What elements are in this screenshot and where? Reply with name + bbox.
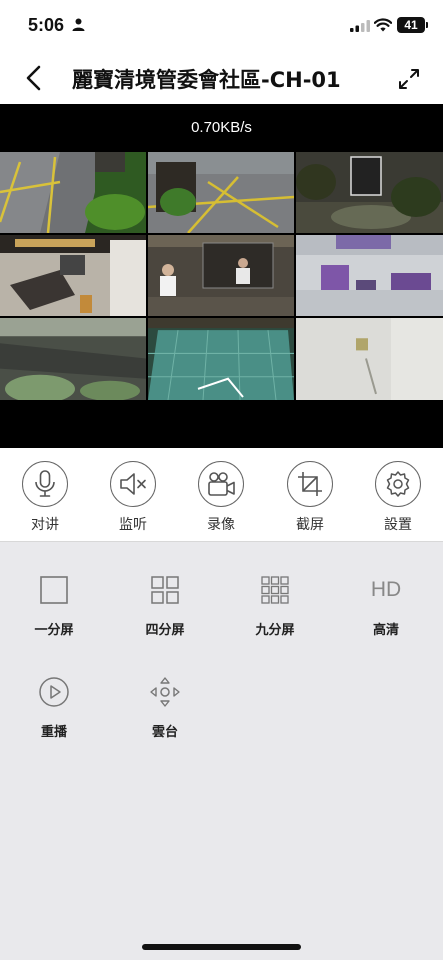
person-icon	[72, 18, 85, 31]
battery-icon: 41	[397, 17, 425, 33]
four-screen-label: 四分屏	[145, 623, 185, 638]
camera-feed-8[interactable]	[148, 318, 294, 400]
chevron-left-icon	[26, 65, 41, 91]
four-screen-icon	[151, 576, 179, 604]
gear-icon	[386, 471, 410, 497]
playback-label: 重播	[40, 725, 67, 740]
speaker-mute-icon	[120, 473, 146, 495]
record-label: 录像	[207, 517, 235, 533]
camera-grid	[0, 152, 443, 400]
talk-button[interactable]: 对讲	[10, 461, 80, 534]
settings-label: 設置	[384, 517, 412, 533]
nine-screen-icon-wrap	[235, 573, 315, 607]
listen-label: 监听	[119, 517, 147, 533]
settings-button-circle	[375, 461, 421, 507]
single-screen-label: 一分屏	[34, 623, 74, 638]
hd-icon: HD	[370, 578, 402, 601]
ptz-button[interactable]: 雲台	[125, 675, 205, 740]
four-screen-button[interactable]: 四分屏	[125, 573, 205, 638]
talk-button-circle	[22, 461, 68, 507]
nine-screen-button[interactable]: 九分屏	[235, 573, 315, 638]
camera-feed-4[interactable]	[0, 235, 146, 316]
camera-feed-3[interactable]	[296, 152, 443, 233]
screenshot-button[interactable]: 截屏	[275, 461, 345, 534]
hd-icon-wrap: HD	[346, 573, 426, 607]
nine-screen-label: 九分屏	[255, 623, 295, 638]
camera-feed-9[interactable]	[296, 318, 443, 400]
hd-button[interactable]: HD 高清	[346, 573, 426, 638]
battery-tip	[426, 22, 428, 28]
listen-button[interactable]: 监听	[98, 461, 168, 534]
status-time: 5:06	[28, 15, 65, 35]
record-button[interactable]: 录像	[186, 461, 256, 534]
single-screen-icon	[40, 576, 68, 604]
signal-icon	[350, 20, 370, 32]
camera-feed-2[interactable]	[148, 152, 294, 233]
ptz-icon-wrap	[125, 675, 205, 709]
screenshot-label: 截屏	[296, 517, 324, 533]
four-screen-icon-wrap	[125, 573, 205, 607]
single-screen-button[interactable]: 一分屏	[14, 573, 94, 638]
talk-label: 对讲	[31, 517, 59, 533]
nav-bar: 麗寶清境管委會社區-CH-01	[0, 52, 443, 104]
camera-feed-6[interactable]	[296, 235, 443, 316]
microphone-icon	[35, 470, 55, 497]
status-bar: 5:06 41	[0, 0, 443, 52]
hd-label: 高清	[372, 623, 399, 638]
camera-feed-5[interactable]	[148, 235, 294, 316]
camera-feed-7[interactable]	[0, 318, 146, 400]
camera-feed-1[interactable]	[0, 152, 146, 233]
control-bar: 对讲 监听 录像 截屏 設置	[0, 448, 443, 542]
page-title: 麗寶清境管委會社區-CH-01	[72, 68, 341, 92]
ptz-icon	[150, 677, 180, 707]
nine-screen-icon	[261, 576, 289, 604]
single-screen-icon-wrap	[14, 573, 94, 607]
fullscreen-button[interactable]	[394, 64, 424, 94]
ptz-label: 雲台	[151, 725, 178, 740]
settings-button[interactable]: 設置	[363, 461, 433, 534]
playback-button[interactable]: 重播	[14, 675, 94, 740]
video-area: 0.70KB/s	[0, 104, 443, 448]
back-button[interactable]	[20, 62, 50, 94]
expand-icon	[399, 69, 419, 89]
crop-icon	[298, 472, 322, 496]
record-button-circle	[198, 461, 244, 507]
wifi-icon	[374, 18, 392, 32]
video-camera-icon	[208, 472, 235, 496]
home-indicator	[142, 944, 301, 950]
screenshot-button-circle	[287, 461, 333, 507]
play-circle-icon	[39, 677, 69, 707]
listen-button-circle	[110, 461, 156, 507]
playback-icon-wrap	[14, 675, 94, 709]
bitrate-label: 0.70KB/s	[191, 119, 252, 136]
